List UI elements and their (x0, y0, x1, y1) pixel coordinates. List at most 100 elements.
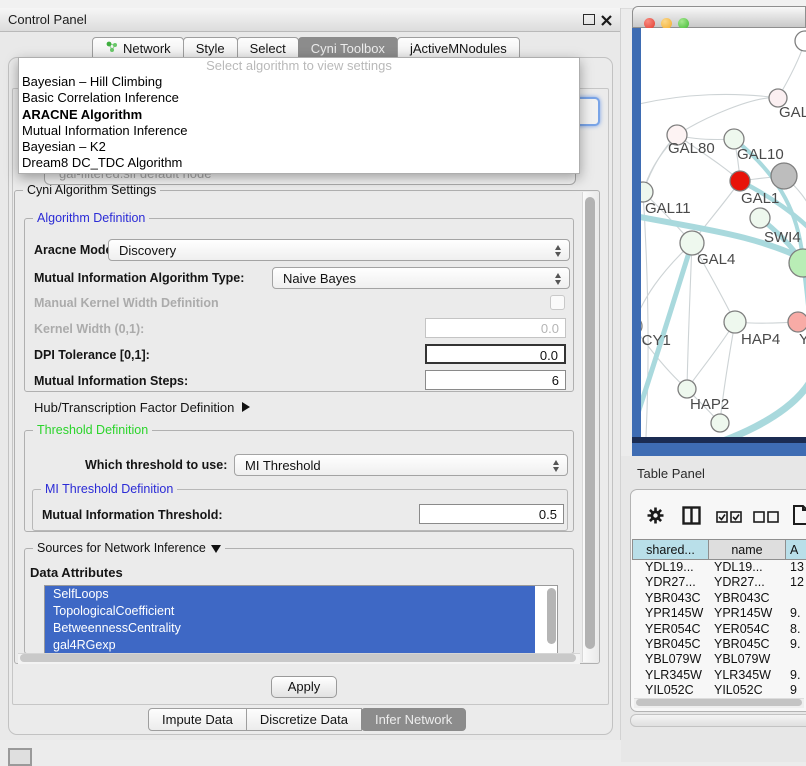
tab-impute-data[interactable]: Impute Data (148, 708, 247, 731)
network-node[interactable] (771, 163, 797, 189)
cell: 9 (786, 683, 797, 698)
mi-steps-field[interactable]: 6 (425, 370, 566, 390)
table-row[interactable]: YER054CYER054C8. (632, 622, 806, 637)
group-title: Algorithm Definition (33, 211, 149, 225)
cell: YBR045C (708, 637, 786, 652)
table-row[interactable]: YBL079WYBL079W (632, 652, 806, 667)
network-node[interactable] (795, 31, 806, 51)
network-node[interactable] (641, 182, 653, 202)
node-table[interactable]: YDL19...YDL19...13 YDR27...YDR27...12 YB… (632, 560, 806, 698)
collapse-down-icon (211, 545, 221, 553)
document-icon[interactable] (793, 505, 806, 530)
float-panel-icon[interactable] (583, 14, 595, 25)
table-row[interactable]: YDR27...YDR27...12 (632, 575, 806, 590)
table-panel-footer (630, 714, 806, 727)
network-window-titlebar[interactable] (632, 6, 806, 28)
unchecked-boxes-icon[interactable] (753, 510, 779, 528)
node-label: Y (799, 331, 806, 348)
cell: YBL079W (632, 652, 708, 667)
cell: YDR27... (632, 575, 708, 590)
tab-discretize-data[interactable]: Discretize Data (246, 708, 362, 731)
table-row[interactable]: YDL19...YDL19...13 (632, 560, 806, 575)
menu-item-basic-correlation[interactable]: Basic Correlation Inference (19, 90, 579, 106)
scrollbar-thumb[interactable] (585, 197, 595, 649)
cell: 13 (786, 560, 804, 575)
cell: 9. (786, 637, 800, 652)
menu-item-bayesian-k2[interactable]: Bayesian – K2 (19, 139, 579, 155)
network-node[interactable] (711, 414, 729, 432)
network-node[interactable] (788, 312, 806, 332)
mi-threshold-label: Mutual Information Threshold: (42, 508, 223, 522)
node-label: GAL80 (668, 140, 715, 157)
node-label: GAL11 (645, 200, 691, 217)
cell: YBR043C (708, 591, 786, 606)
table-row[interactable]: YBR045CYBR045C9. (632, 637, 806, 652)
gear-icon[interactable] (646, 506, 665, 530)
network-node[interactable] (724, 311, 746, 333)
network-view-canvas[interactable]: GALGAL80GAL10GAL1GAL11SWI4GAL4GCY1HAP4YH… (641, 28, 806, 437)
mi-threshold-field[interactable]: 0.5 (419, 504, 564, 524)
cell: 12 (786, 575, 804, 590)
menu-item-dream8[interactable]: Dream8 DC_TDC Algorithm (19, 155, 579, 171)
apply-button[interactable]: Apply (271, 676, 337, 698)
table-row[interactable]: YPR145WYPR145W9. (632, 606, 806, 621)
network-node[interactable] (750, 208, 770, 228)
menu-item-bayesian-hill-climbing[interactable]: Bayesian – Hill Climbing (19, 74, 579, 90)
node-label: GAL10 (737, 146, 784, 163)
tab-infer-network[interactable]: Infer Network (361, 708, 466, 731)
column-header-name[interactable]: name (708, 539, 786, 560)
cell (786, 652, 790, 667)
which-threshold-select[interactable]: MI Threshold (234, 454, 568, 476)
menu-item-mutual-information[interactable]: Mutual Information Inference (19, 123, 579, 139)
hub-definition-toggle[interactable]: Hub/Transcription Factor Definition (34, 400, 250, 415)
cell: YPR145W (632, 606, 708, 621)
attribute-item[interactable]: BetweennessCentrality (45, 620, 535, 637)
split-columns-icon[interactable] (682, 506, 701, 530)
network-edge (687, 322, 735, 389)
tab-label: Cyni Toolbox (311, 38, 385, 59)
manual-kernel-label: Manual Kernel Width Definition (34, 296, 219, 310)
column-header-shared-name[interactable]: shared... (632, 539, 709, 560)
hub-definition-label: Hub/Transcription Factor Definition (34, 400, 234, 415)
cell: YBL079W (708, 652, 786, 667)
network-edge (687, 243, 692, 389)
attribute-item[interactable]: gal4RGexp (45, 637, 535, 654)
cell: YDR27... (708, 575, 786, 590)
aracne-mode-select[interactable]: Discovery (108, 239, 570, 261)
attribute-item[interactable]: SelfLoops (45, 586, 535, 603)
tab-label: Style (196, 38, 225, 59)
cell: YBR043C (632, 591, 708, 606)
column-header-third[interactable]: A (785, 539, 806, 560)
table-row[interactable]: YLR345WYLR345W9. (632, 668, 806, 683)
data-attributes-label: Data Attributes (30, 565, 123, 580)
aracne-mode-value: Discovery (119, 243, 176, 258)
docked-panel-icon[interactable] (8, 748, 32, 766)
table-row[interactable]: YBR043CYBR043C (632, 591, 806, 606)
scrollbar-thumb[interactable] (547, 588, 556, 644)
cyni-bottom-tabs: Impute Data Discretize Data Infer Networ… (148, 708, 465, 729)
cell: YER054C (632, 622, 708, 637)
sources-toggle[interactable]: Sources for Network Inference (33, 541, 225, 555)
table-row[interactable]: YIL052CYIL052C9 (632, 683, 806, 698)
control-panel-titlebar (0, 8, 620, 32)
attribute-item[interactable]: TopologicalCoefficient (45, 603, 535, 620)
mi-type-select[interactable]: Naive Bayes (272, 267, 570, 289)
close-panel-icon[interactable] (601, 13, 612, 24)
dpi-tolerance-field[interactable]: 0.0 (425, 344, 566, 364)
scrollbar-thumb[interactable] (636, 699, 802, 706)
control-panel-tabs: Network Style Select Cyni Toolbox jActiv… (92, 37, 519, 58)
scrollbar-thumb[interactable] (20, 654, 576, 662)
cell: 9. (786, 668, 800, 683)
list-scrollbar[interactable] (547, 588, 556, 649)
cell: 9. (786, 606, 800, 621)
cell: YDL19... (632, 560, 708, 575)
network-node[interactable] (730, 171, 750, 191)
menu-item-aracne[interactable]: ARACNE Algorithm (19, 107, 579, 123)
tab-label: Select (250, 38, 286, 59)
cell: YIL052C (708, 683, 786, 698)
cell: YLR345W (632, 668, 708, 683)
control-panel-title: Control Panel (8, 12, 87, 27)
checked-boxes-icon[interactable] (716, 510, 742, 528)
network-edge (641, 192, 643, 310)
network-view-frame-bottom (632, 443, 806, 456)
